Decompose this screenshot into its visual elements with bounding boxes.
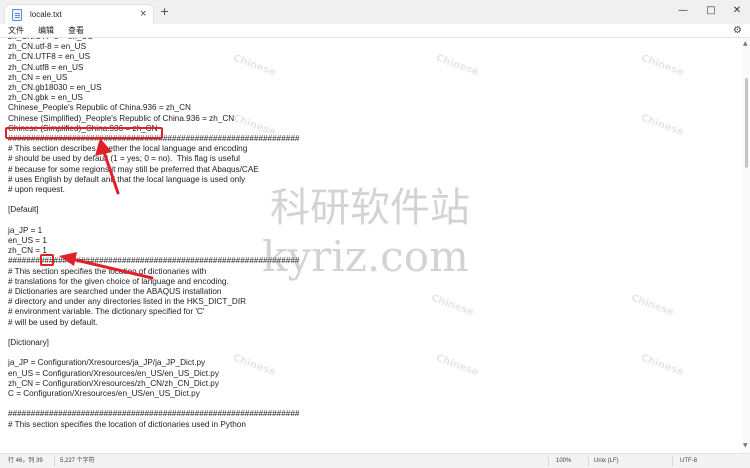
status-separator [672,457,673,466]
arrow-1-shaft [102,150,120,195]
status-bar: 行 46，列 39 5,227 个字符 100% Unix (LF) UTF-8 [0,453,750,468]
encoding[interactable]: UTF-8 [680,457,697,466]
arrow-2-shaft [74,258,154,280]
cursor-position[interactable]: 行 46，列 39 [8,457,43,466]
character-count: 5,227 个字符 [60,458,95,464]
line-ending[interactable]: Unix (LF) [594,457,619,466]
status-separator [54,457,55,466]
annotation-arrows [59,138,154,280]
arrow-1-head [95,138,112,156]
status-separator [588,457,589,466]
status-separator [548,457,549,466]
zoom-level[interactable]: 100% [556,457,571,466]
arrow-2-head [59,252,77,266]
